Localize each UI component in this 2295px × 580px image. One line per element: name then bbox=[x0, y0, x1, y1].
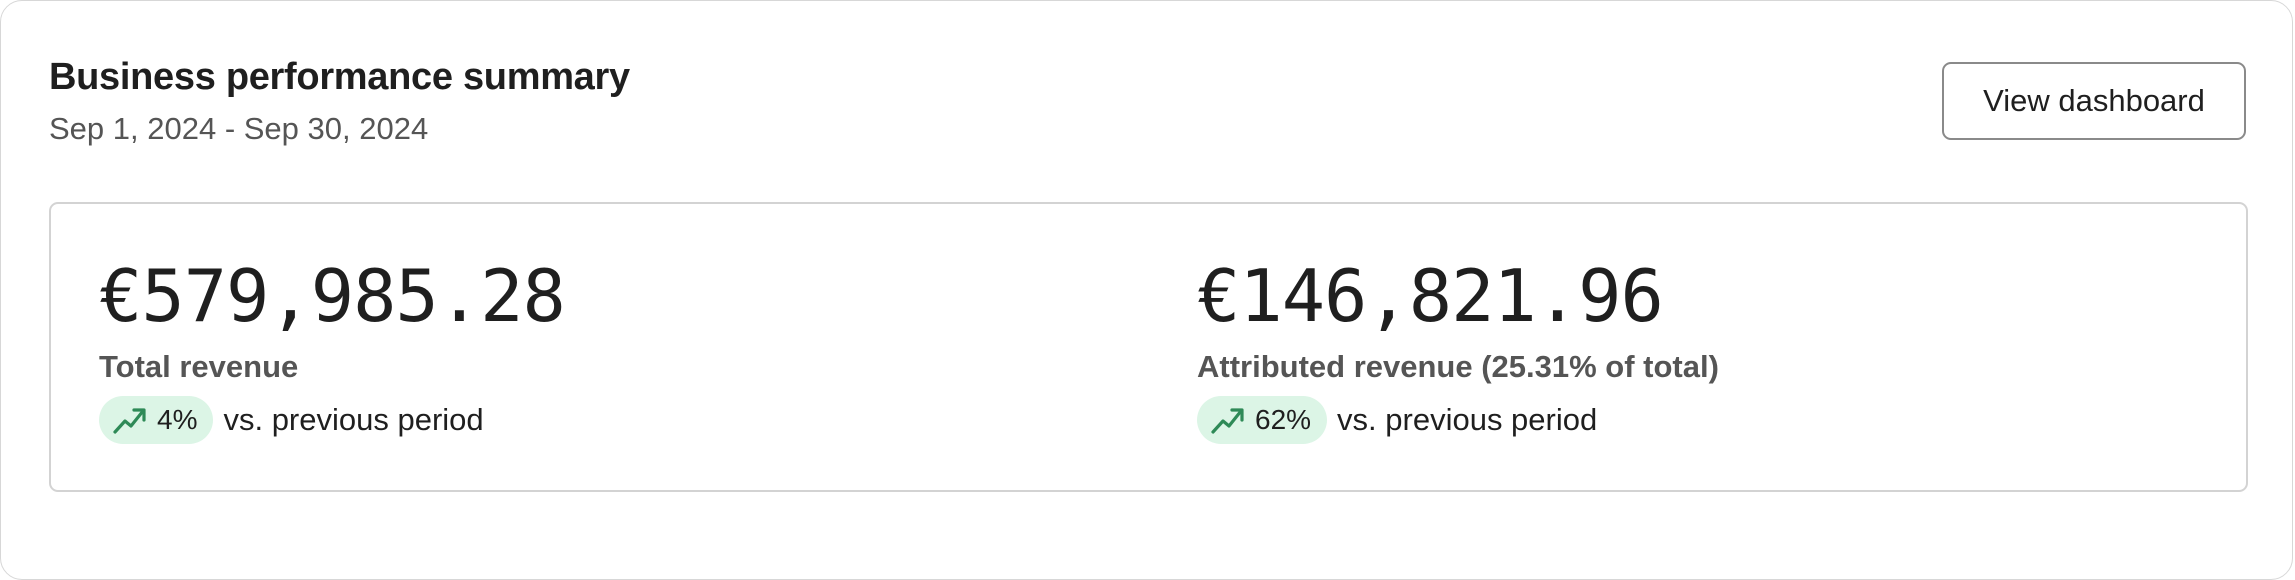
metric-value: €146,821.96 bbox=[1197, 254, 1664, 338]
change-row: 4% vs. previous period bbox=[99, 396, 484, 444]
metric-label: Total revenue bbox=[99, 349, 299, 384]
metric-value: €579,985.28 bbox=[99, 254, 566, 338]
performance-summary-card: Business performance summary Sep 1, 2024… bbox=[0, 0, 2293, 580]
comparison-text: vs. previous period bbox=[223, 402, 484, 437]
change-badge: 4% bbox=[99, 396, 214, 444]
change-percent: 62% bbox=[1255, 404, 1312, 435]
view-dashboard-button[interactable]: View dashboard bbox=[1942, 62, 2246, 140]
metrics-panel: €579,985.28 Total revenue 4% vs. previou… bbox=[49, 202, 2248, 492]
trending-up-icon bbox=[113, 408, 146, 434]
metric-label: Attributed revenue (25.31% of total) bbox=[1197, 349, 1719, 384]
comparison-text: vs. previous period bbox=[1337, 402, 1598, 437]
trending-up-icon bbox=[1211, 408, 1244, 434]
card-title: Business performance summary bbox=[49, 56, 630, 98]
change-percent: 4% bbox=[157, 404, 198, 435]
change-row: 62% vs. previous period bbox=[1197, 396, 1597, 444]
change-badge: 62% bbox=[1197, 396, 1328, 444]
date-range: Sep 1, 2024 - Sep 30, 2024 bbox=[49, 111, 429, 146]
